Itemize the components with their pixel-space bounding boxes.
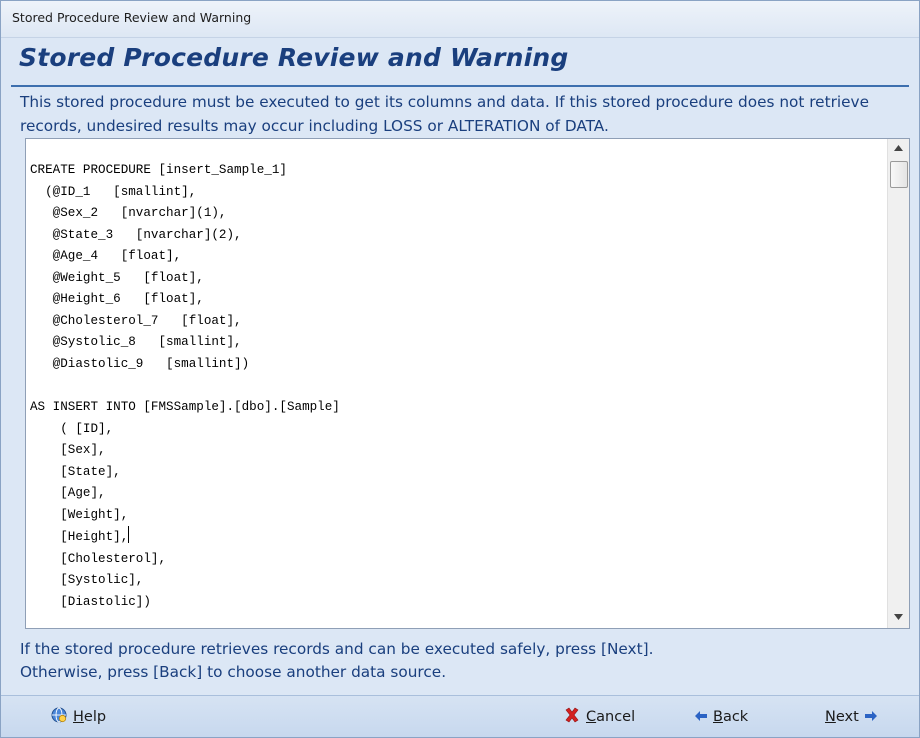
page-heading: Stored Procedure Review and Warning <box>19 43 569 72</box>
warning-description: This stored procedure must be executed t… <box>20 93 870 135</box>
sql-code-before-caret: CREATE PROCEDURE [insert_Sample_1] (@ID_… <box>30 163 340 545</box>
text-caret <box>128 526 130 544</box>
help-label: Help <box>73 709 107 725</box>
heading-divider <box>11 85 909 87</box>
blue-left-arrow-icon <box>695 709 707 725</box>
cancel-button[interactable]: Cancel <box>564 706 635 728</box>
cancel-label: Cancel <box>586 709 636 725</box>
scroll-up-arrow-icon[interactable] <box>888 139 909 159</box>
help-globe-icon <box>51 707 67 727</box>
scroll-thumb[interactable] <box>890 161 908 188</box>
red-x-icon <box>564 707 580 727</box>
blue-right-arrow-icon <box>864 709 877 725</box>
help-button[interactable]: Help <box>51 706 106 728</box>
sql-code[interactable]: CREATE PROCEDURE [insert_Sample_1] (@ID_… <box>30 160 883 628</box>
back-label: Back <box>713 709 749 725</box>
instruction-text: If the stored procedure retrieves record… <box>20 638 653 684</box>
wizard-window: Stored Procedure Review and Warning Stor… <box>0 0 920 738</box>
instruction-line-1: If the stored procedure retrieves record… <box>20 640 654 658</box>
vertical-scrollbar[interactable] <box>887 139 909 628</box>
title-bar[interactable]: Stored Procedure Review and Warning <box>1 1 919 38</box>
next-button[interactable]: Next <box>825 706 877 728</box>
scroll-down-arrow-icon[interactable] <box>888 608 909 628</box>
button-bar: Help Cancel Back Next <box>1 695 919 737</box>
instruction-line-2: Otherwise, press [Back] to choose anothe… <box>20 663 447 681</box>
window-title: Stored Procedure Review and Warning <box>12 10 252 25</box>
next-label: Next <box>825 709 859 725</box>
back-button[interactable]: Back <box>695 706 748 728</box>
sql-editor[interactable]: CREATE PROCEDURE [insert_Sample_1] (@ID_… <box>25 138 910 629</box>
sql-code-after-caret: [Cholesterol], [Systolic], [Diastolic]) … <box>60 551 167 609</box>
